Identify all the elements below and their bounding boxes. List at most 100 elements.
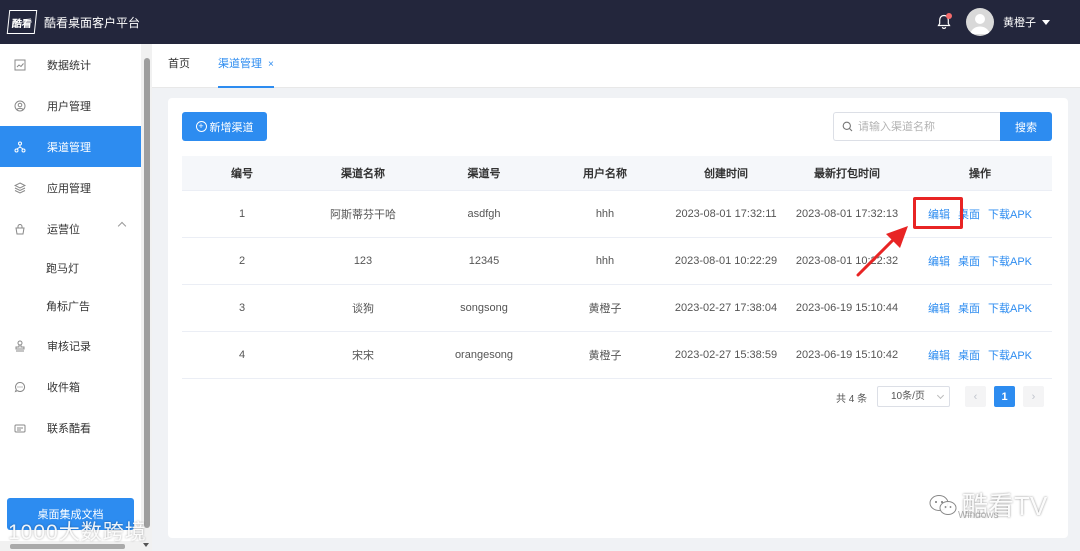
app-logo[interactable]: 酷看 [6,10,38,34]
column-header: 操作 [908,156,1052,191]
highlight-box [913,197,963,229]
table-header-row: 编号 渠道名称 渠道号 用户名称 创建时间 最新打包时间 操作 [182,156,1052,191]
table-cell: 宋宋 [302,331,424,379]
table-cell: 2023-02-27 15:38:59 [666,331,786,379]
search-input[interactable] [858,120,998,133]
prev-page-button[interactable]: ‹ [965,386,986,407]
table-cell: 1 [182,190,302,238]
layers-icon [13,181,27,195]
chevron-up-icon[interactable] [117,221,127,231]
bell-icon[interactable] [934,12,954,32]
table-row: 4 宋宋 orangesong 黄橙子 2023-02-27 15:38:59 … [182,331,1052,379]
page-number-button[interactable]: 1 [994,386,1015,407]
table-cell: songsong [424,284,544,332]
sidebar-subitem-corner-ad[interactable]: 角标广告 [0,287,141,325]
chart-icon [13,58,27,72]
tab-label: 首页 [168,58,190,70]
channel-icon [13,140,27,154]
scrollbar-thumb[interactable] [144,58,150,528]
download-apk-link[interactable]: 下载APK [988,209,1032,221]
table-cell: 2023-08-01 10:22:29 [666,237,786,285]
header-right: 黄橙子 [934,0,1050,44]
sidebar-subitem-marquee[interactable]: 跑马灯 [0,249,141,287]
download-apk-link[interactable]: 下载APK [988,303,1032,315]
pagination: 共 4 条 10条/页 ‹ 1 › [168,386,1068,408]
tab-bar: 首页 渠道管理 × [152,44,1080,88]
desktop-link[interactable]: 桌面 [958,303,980,315]
sidebar: 数据统计 用户管理 渠道管理 应用管理 运营位 跑马灯 角标广告 审核记录 收件… [0,44,141,551]
table-cell: 2023-06-19 15:10:44 [786,284,908,332]
table-cell: 阿斯蒂芬干哈 [302,190,424,238]
top-header: 酷看 酷看桌面客户平台 黄橙子 [0,0,1080,44]
desktop-link[interactable]: 桌面 [958,350,980,362]
column-header: 创建时间 [666,156,786,191]
sidebar-item-contact[interactable]: 联系酷看 [0,407,141,448]
notification-dot [946,13,952,19]
table-cell: 12345 [424,237,544,285]
sidebar-item-label: 数据统计 [47,59,91,72]
user-icon [13,99,27,113]
table-cell: hhh [544,190,666,238]
table-cell: 4 [182,331,302,379]
sidebar-scrollbar[interactable] [141,44,152,551]
desktop-link[interactable]: 桌面 [958,256,980,268]
watermark-left: 1000大数跨境 [8,521,147,544]
next-page-button[interactable]: › [1023,386,1044,407]
total-count: 共 4 条 [836,394,868,405]
table-cell: 2023-06-19 15:10:42 [786,331,908,379]
table-cell: asdfgh [424,190,544,238]
column-header: 用户名称 [544,156,666,191]
tab-channel-management[interactable]: 渠道管理 × [218,44,274,88]
bag-icon [13,222,27,236]
channel-table: 编号 渠道名称 渠道号 用户名称 创建时间 最新打包时间 操作 1 阿斯蒂芬干哈… [182,156,1052,379]
sidebar-item-channels[interactable]: 渠道管理 [0,126,141,167]
column-header: 渠道名称 [302,156,424,191]
annotation-arrow [856,226,908,277]
close-icon[interactable]: × [268,59,274,70]
windows-activation-text: Windows [958,510,999,521]
contact-icon [13,421,27,435]
edit-link[interactable]: 编辑 [928,303,950,315]
chevron-down-icon[interactable] [1042,19,1050,25]
sidebar-item-label: 运营位 [47,223,80,236]
table-cell: 123 [302,237,424,285]
plus-circle-icon: + [195,121,207,132]
row-actions: 编辑 桌面 下载APK [908,284,1052,332]
edit-link[interactable]: 编辑 [928,350,950,362]
download-apk-link[interactable]: 下载APK [988,256,1032,268]
search-button[interactable]: 搜索 [1000,112,1052,141]
sidebar-item-stats[interactable]: 数据统计 [0,44,141,85]
column-header: 最新打包时间 [786,156,908,191]
add-channel-button[interactable]: + 新增渠道 [182,112,267,141]
sidebar-item-inbox[interactable]: 收件箱 [0,366,141,407]
edit-link[interactable]: 编辑 [928,256,950,268]
table-cell: 2023-08-01 17:32:11 [666,190,786,238]
row-actions: 编辑 桌面 下载APK [908,237,1052,285]
sidebar-item-users[interactable]: 用户管理 [0,85,141,126]
table-cell: orangesong [424,331,544,379]
table-cell: 2023-02-27 17:38:04 [666,284,786,332]
page-size-select[interactable]: 10条/页 [877,386,950,407]
username[interactable]: 黄橙子 [1003,14,1036,30]
add-channel-label: 新增渠道 [209,121,254,134]
table-cell: 谈狗 [302,284,424,332]
download-apk-link[interactable]: 下载APK [988,350,1032,362]
stamp-icon [13,339,27,353]
tab-home[interactable]: 首页 [168,44,190,88]
sidebar-item-operations[interactable]: 运营位 [0,208,141,249]
column-header: 渠道号 [424,156,544,191]
wechat-icon [929,494,957,515]
avatar[interactable] [966,8,994,36]
sidebar-item-audit[interactable]: 审核记录 [0,325,141,366]
sidebar-item-label: 用户管理 [47,100,91,113]
sidebar-item-apps[interactable]: 应用管理 [0,167,141,208]
table-cell: 黄橙子 [544,284,666,332]
chevron-down-icon [936,391,945,400]
sidebar-item-label: 收件箱 [47,381,80,394]
sidebar-item-label: 渠道管理 [47,141,91,154]
table-cell: 3 [182,284,302,332]
table-cell: hhh [544,237,666,285]
search-field[interactable] [833,112,1001,141]
sidebar-item-label: 应用管理 [47,182,91,195]
sidebar-item-label: 审核记录 [47,340,91,353]
